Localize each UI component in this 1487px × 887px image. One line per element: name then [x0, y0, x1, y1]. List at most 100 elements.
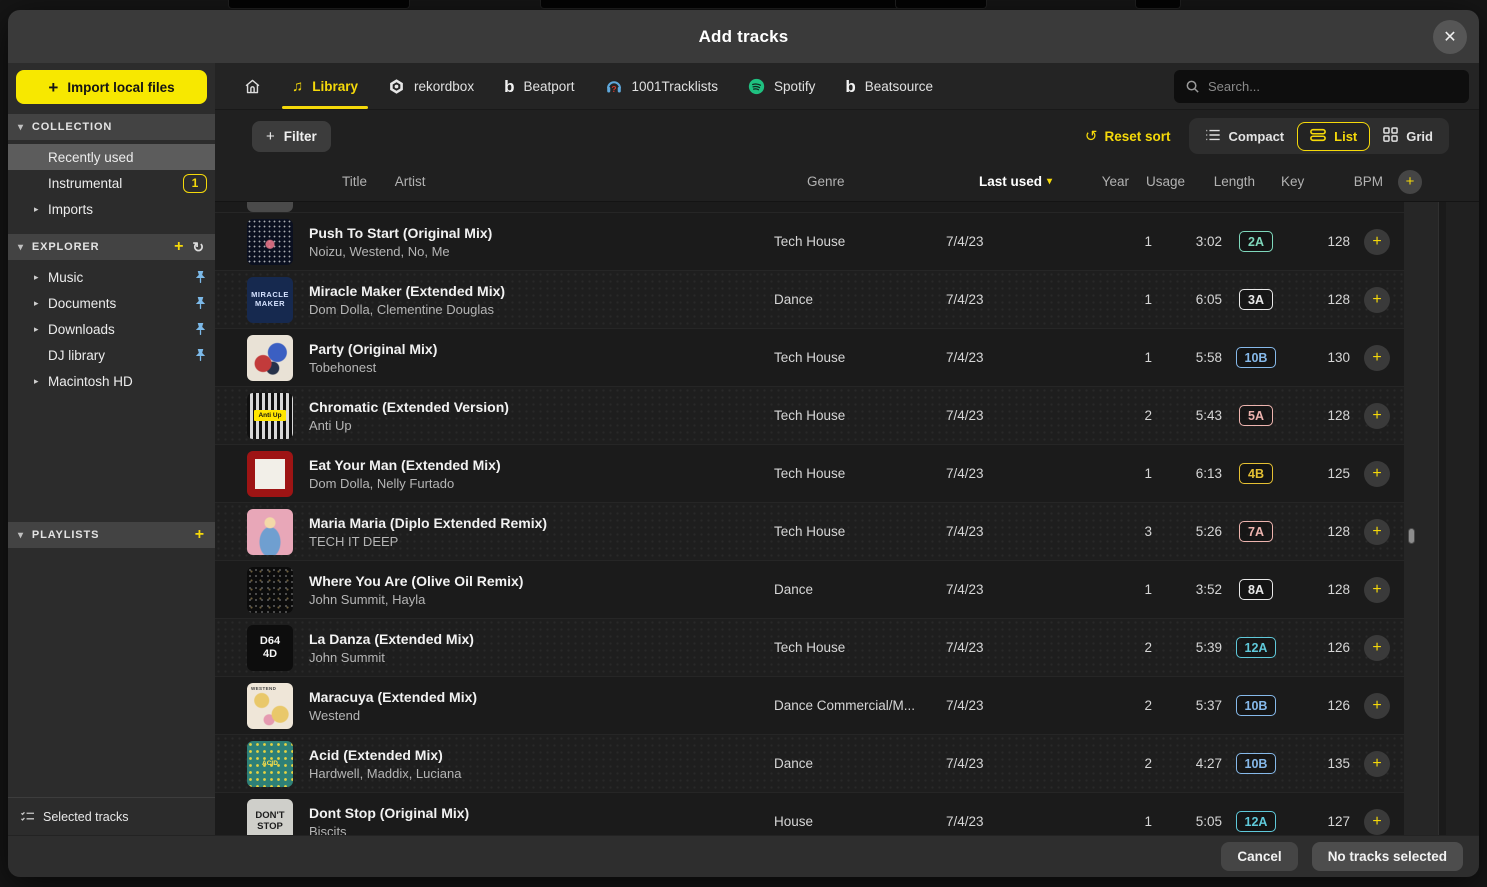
search-input[interactable]	[1174, 70, 1469, 103]
column-artist[interactable]: Artist	[395, 174, 426, 189]
track-title: Acid (Extended Mix)	[309, 747, 774, 763]
table-row[interactable]: MIRACLE MAKER Miracle Maker (Extended Mi…	[215, 270, 1404, 328]
selected-tracks-bar[interactable]: Selected tracks	[8, 797, 215, 835]
add-track-button[interactable]: +	[1364, 693, 1390, 719]
plus-icon: +	[1372, 697, 1381, 715]
pin-icon[interactable]	[194, 348, 207, 362]
cancel-button[interactable]: Cancel	[1221, 842, 1297, 871]
compact-view-icon	[1205, 128, 1221, 145]
track-last-used: 7/4/23	[946, 408, 1046, 423]
table-row[interactable]: Push To Start (Original Mix) Noizu, West…	[215, 212, 1404, 270]
add-explorer-source-button[interactable]: +	[174, 239, 184, 255]
column-genre[interactable]: Genre	[807, 174, 979, 189]
column-length[interactable]: Length	[1185, 174, 1255, 189]
confirm-add-button[interactable]: No tracks selected	[1312, 842, 1463, 871]
add-track-button[interactable]: +	[1364, 345, 1390, 371]
table-row[interactable]: Anti Up Chromatic (Extended Version) Ant…	[215, 386, 1404, 444]
collection-section-label: COLLECTION	[32, 121, 112, 133]
track-artist: John Summit, Hayla	[309, 592, 774, 607]
key-badge: 10B	[1236, 695, 1277, 716]
reset-sort-button[interactable]: ↺ Reset sort	[1085, 127, 1171, 145]
add-playlist-button[interactable]: +	[195, 527, 205, 543]
table-row[interactable]: Maria Maria (Diplo Extended Remix) TECH …	[215, 502, 1404, 560]
tab-spotify[interactable]: Spotify	[748, 63, 815, 109]
view-mode-grid[interactable]: Grid	[1370, 121, 1446, 151]
table-row[interactable]: WESTEND Maracuya (Extended Mix) Westend …	[215, 676, 1404, 734]
track-usage: 1	[1096, 466, 1152, 481]
sidebar-item-music[interactable]: ▸ Music	[8, 264, 215, 290]
track-usage: 1	[1096, 234, 1152, 249]
column-key[interactable]: Key	[1255, 174, 1323, 189]
track-genre: Dance Commercial/M...	[774, 698, 946, 713]
chevron-down-icon: ▾	[18, 242, 24, 253]
add-track-button[interactable]: +	[1364, 809, 1390, 835]
track-last-used: 7/4/23	[946, 756, 1046, 771]
sidebar-item-imports[interactable]: ▸ Imports	[8, 196, 215, 222]
panel-edge	[1438, 202, 1446, 835]
scrollbar-thumb[interactable]	[1408, 528, 1415, 544]
add-track-button[interactable]: +	[1364, 287, 1390, 313]
column-usage[interactable]: Usage	[1129, 174, 1185, 189]
track-artist: Tobehonest	[309, 360, 774, 375]
tab-beatsource[interactable]: b Beatsource	[845, 63, 933, 109]
sidebar-item-instrumental[interactable]: Instrumental 1	[8, 170, 215, 196]
track-length: 5:05	[1152, 814, 1222, 829]
add-track-button[interactable]: +	[1364, 229, 1390, 255]
tab-home[interactable]	[243, 63, 262, 109]
chevron-right-icon: ▸	[34, 324, 39, 335]
table-row[interactable]: Party (Original Mix) Tobehonest Tech Hou…	[215, 328, 1404, 386]
add-track-button[interactable]: +	[1364, 577, 1390, 603]
sidebar-item-recently-used[interactable]: Recently used	[8, 144, 215, 170]
add-track-button[interactable]: +	[1364, 519, 1390, 545]
table-row[interactable]: Eat Your Man (Extended Mix) Dom Dolla, N…	[215, 444, 1404, 502]
album-art	[247, 202, 293, 212]
view-mode-list[interactable]: List	[1297, 122, 1370, 151]
search-icon	[1185, 79, 1200, 99]
background-app	[895, 0, 987, 9]
track-genre: House	[774, 814, 946, 829]
pin-icon[interactable]	[194, 296, 207, 310]
plus-icon: +	[1372, 349, 1381, 367]
refresh-icon[interactable]: ↻	[192, 240, 205, 254]
table-row[interactable]: Where You Are (Olive Oil Remix) John Sum…	[215, 560, 1404, 618]
sidebar-item-documents[interactable]: ▸ Documents	[8, 290, 215, 316]
track-usage: 1	[1096, 350, 1152, 365]
import-local-files-button[interactable]: + Import local files	[16, 70, 207, 104]
add-track-button[interactable]: +	[1364, 635, 1390, 661]
pin-icon[interactable]	[194, 322, 207, 336]
spotify-icon	[748, 78, 765, 95]
table-row[interactable]: ACID Acid (Extended Mix) Hardwell, Maddi…	[215, 734, 1404, 792]
explorer-section-header[interactable]: ▾ EXPLORER + ↻	[8, 234, 215, 260]
table-row[interactable]: DON'T STOP Dont Stop (Original Mix) Bisc…	[215, 792, 1404, 835]
tab-1001tracklists[interactable]: ? 1001Tracklists	[605, 63, 719, 109]
track-artist: Dom Dolla, Nelly Furtado	[309, 476, 774, 491]
tab-library[interactable]: ♫ Library	[292, 63, 358, 109]
table-row[interactable]: D64 4D La Danza (Extended Mix) John Summ…	[215, 618, 1404, 676]
add-track-button[interactable]: +	[1364, 751, 1390, 777]
collection-section-header[interactable]: ▾ COLLECTION	[8, 114, 215, 140]
track-last-used: 7/4/23	[946, 582, 1046, 597]
album-art: DON'T STOP	[247, 799, 293, 836]
column-bpm[interactable]: BPM	[1323, 174, 1383, 189]
pin-icon[interactable]	[194, 270, 207, 284]
scrollbar-track[interactable]	[1404, 202, 1438, 835]
collection-items: Recently used Instrumental 1 ▸ Imports	[8, 140, 215, 230]
add-column-button[interactable]: +	[1398, 170, 1422, 194]
sidebar-item-dj-library[interactable]: DJ library	[8, 342, 215, 368]
sidebar-item-macintosh-hd[interactable]: ▸ Macintosh HD	[8, 368, 215, 394]
track-artist: TECH IT DEEP	[309, 534, 774, 549]
filter-button[interactable]: + Filter	[252, 121, 331, 152]
close-button[interactable]: ✕	[1433, 20, 1467, 54]
tab-label: 1001Tracklists	[632, 79, 719, 94]
tab-beatport[interactable]: b Beatport	[504, 63, 574, 109]
tab-rekordbox[interactable]: rekordbox	[388, 63, 474, 109]
add-track-button[interactable]: +	[1364, 403, 1390, 429]
column-last-used[interactable]: Last used ▾	[979, 174, 1079, 189]
add-track-button[interactable]: +	[1364, 461, 1390, 487]
view-mode-compact[interactable]: Compact	[1192, 122, 1298, 151]
column-title[interactable]: Title	[342, 174, 367, 189]
playlists-section-header[interactable]: ▾ PLAYLISTS +	[8, 522, 215, 548]
track-title: Chromatic (Extended Version)	[309, 399, 774, 415]
sidebar-item-downloads[interactable]: ▸ Downloads	[8, 316, 215, 342]
column-year[interactable]: Year	[1079, 174, 1129, 189]
